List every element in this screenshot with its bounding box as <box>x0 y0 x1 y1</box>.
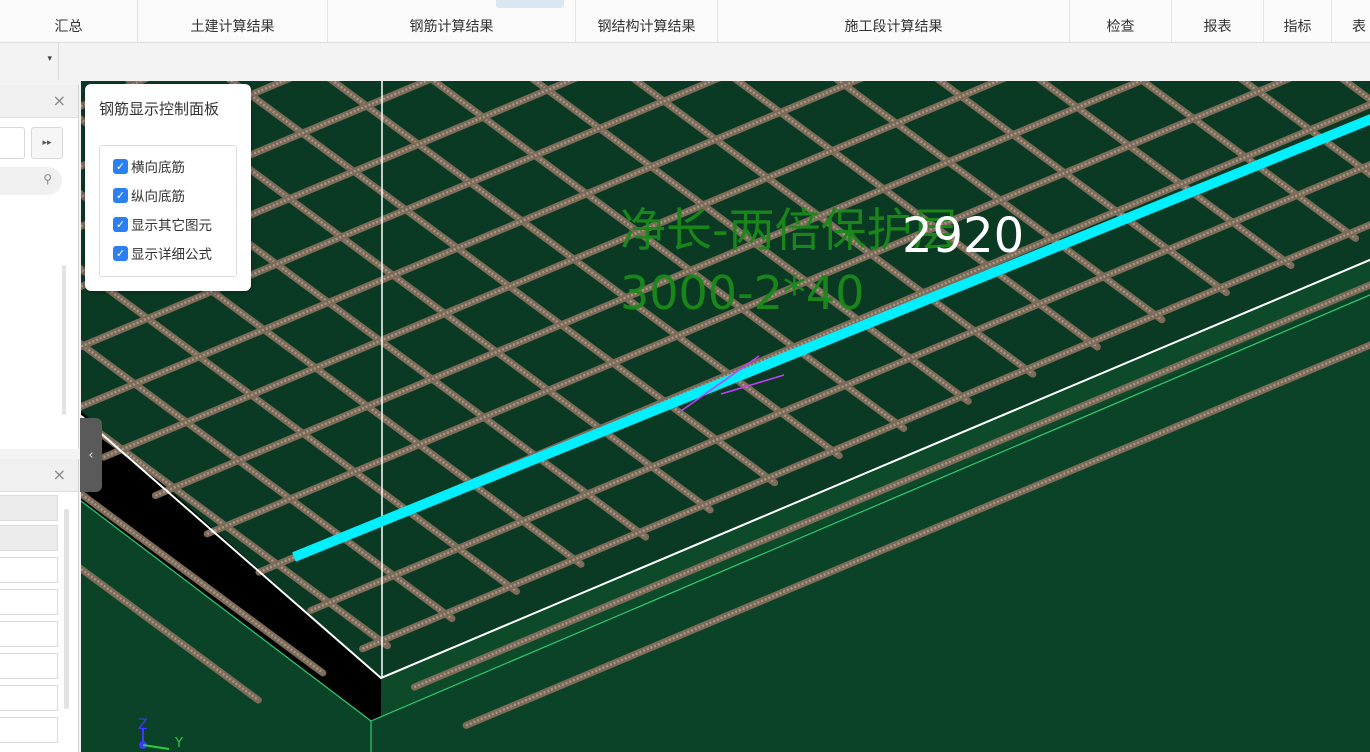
collapse-panel-handle[interactable]: ‹ <box>80 418 102 492</box>
length-value: 2920 <box>902 208 1025 264</box>
floor-dropdown[interactable]: ▾ <box>0 43 59 80</box>
rebar-3d-scene <box>81 81 1370 752</box>
property-row[interactable] <box>0 621 58 647</box>
checkmark-icon: ✓ <box>113 187 128 203</box>
property-row[interactable] <box>0 653 58 679</box>
navigation-panel: × ▸▸ ⚲ <box>0 85 79 449</box>
property-row[interactable] <box>0 685 58 711</box>
expand-button[interactable]: ▸▸ <box>31 127 63 159</box>
checkbox-transverse-bottom-rebar[interactable]: ✓ 横向底筋 <box>113 156 185 176</box>
chevron-down-icon: ▾ <box>47 54 52 64</box>
property-row[interactable] <box>0 717 58 743</box>
formula-expression: 3000-2*40 <box>620 266 865 320</box>
tab-label: 报表 <box>1203 19 1232 35</box>
tab-rebar-results[interactable]: 钢筋计算结果 <box>328 0 576 42</box>
property-row[interactable] <box>0 495 58 521</box>
panel-field[interactable] <box>0 127 25 159</box>
checkbox-show-detailed-formula[interactable]: ✓ 显示详细公式 <box>113 243 212 263</box>
tab-label: 钢筋计算结果 <box>409 19 494 35</box>
checkbox-label: 显示详细公式 <box>131 247 212 263</box>
option-group: ✓ 横向底筋 ✓ 纵向底筋 ✓ 显示其它图元 ✓ 显示详细公式 <box>99 145 237 277</box>
axis-z-label: Z <box>138 717 148 733</box>
3d-viewport[interactable] <box>81 81 1370 752</box>
tab-check[interactable]: 检查 <box>1070 0 1172 42</box>
checkbox-show-other-elements[interactable]: ✓ 显示其它图元 <box>113 214 212 234</box>
tab-steel-results[interactable]: 钢结构计算结果 <box>576 0 718 42</box>
property-row[interactable] <box>0 589 58 615</box>
tab-indicator[interactable]: 指标 <box>1264 0 1332 42</box>
panel-header: × <box>0 85 78 118</box>
tab-label: 汇总 <box>54 19 83 35</box>
panel-title: 钢筋显示控制面板 <box>99 100 220 118</box>
tab-construction-stage-results[interactable]: 施工段计算结果 <box>718 0 1070 42</box>
tab-civil-results[interactable]: 土建计算结果 <box>138 0 328 42</box>
secondary-toolbar <box>0 43 1370 81</box>
scrollbar[interactable] <box>64 509 69 709</box>
search-input[interactable]: ⚲ <box>0 167 62 195</box>
tab-label: 检查 <box>1106 19 1135 35</box>
property-row[interactable] <box>0 557 58 583</box>
close-icon[interactable]: × <box>53 465 66 484</box>
checkbox-label: 显示其它图元 <box>131 218 212 234</box>
checkmark-icon: ✓ <box>113 158 128 174</box>
tab-label: 施工段计算结果 <box>844 19 943 35</box>
tab-summary[interactable]: 汇总 <box>0 0 138 42</box>
scrollbar[interactable] <box>62 265 66 415</box>
checkbox-label: 横向底筋 <box>131 160 185 176</box>
property-row[interactable] <box>0 525 58 551</box>
property-panel: × <box>0 459 79 752</box>
checkbox-label: 纵向底筋 <box>131 189 185 205</box>
close-icon[interactable]: × <box>53 91 66 110</box>
panel-header: × <box>0 459 78 492</box>
search-icon: ⚲ <box>43 172 52 186</box>
tab-label: 土建计算结果 <box>190 19 275 35</box>
tab-label: 指标 <box>1283 19 1312 35</box>
checkmark-icon: ✓ <box>113 245 128 261</box>
tab-label: 表 <box>1352 19 1366 35</box>
axis-y-label: Y <box>175 736 183 751</box>
tab-report[interactable]: 报表 <box>1172 0 1264 42</box>
rebar-display-control-panel: 钢筋显示控制面板 ✓ 横向底筋 ✓ 纵向底筋 ✓ 显示其它图元 ✓ 显示详细公式 <box>85 84 251 291</box>
ribbon-tab-bar: 汇总 土建计算结果 钢筋计算结果 钢结构计算结果 施工段计算结果 检查 报表 指… <box>0 0 1370 43</box>
tab-label: 钢结构计算结果 <box>597 19 696 35</box>
checkmark-icon: ✓ <box>113 216 128 232</box>
tab-table[interactable]: 表 <box>1332 0 1370 42</box>
checkbox-longitudinal-bottom-rebar[interactable]: ✓ 纵向底筋 <box>113 185 185 205</box>
